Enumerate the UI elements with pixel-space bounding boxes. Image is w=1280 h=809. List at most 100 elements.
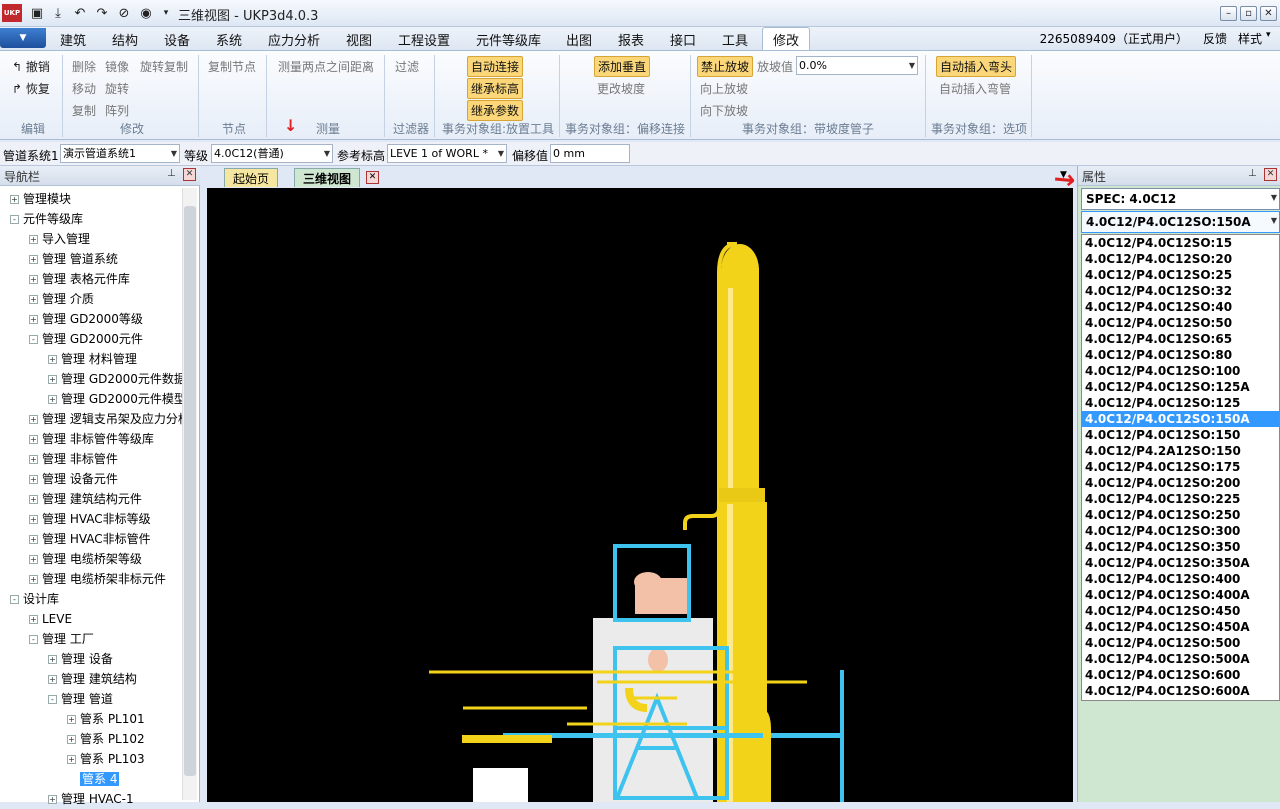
rotate-copy-button[interactable]: 旋转复制 [140, 58, 188, 75]
expand-icon[interactable]: + [48, 355, 57, 364]
feedback-link[interactable]: 反馈 [1203, 30, 1227, 47]
dropdown-option[interactable]: 4.0C12/P4.0C12SO:80 [1082, 347, 1279, 363]
expand-icon[interactable]: + [29, 475, 38, 484]
close-panel-icon[interactable]: ✕ [1264, 168, 1277, 181]
dropdown-option[interactable]: 4.0C12/P4.0C12SO:40 [1082, 299, 1279, 315]
tree-node[interactable]: - 管理 工厂 [29, 629, 94, 649]
dropdown-option[interactable]: 4.0C12/P4.0C12SO:350A [1082, 555, 1279, 571]
scrollbar-thumb[interactable] [184, 206, 196, 776]
tab-tools[interactable]: 工具 [722, 30, 748, 49]
tree-node[interactable]: + 管理 表格元件库 [29, 269, 130, 289]
dropdown-option[interactable]: 4.0C12/P4.0C12SO:100 [1082, 363, 1279, 379]
expand-icon[interactable]: + [29, 455, 38, 464]
expand-icon[interactable]: + [67, 735, 76, 744]
dropdown-option[interactable]: 4.0C12/P4.0C12SO:500 [1082, 635, 1279, 651]
expand-icon[interactable]: + [48, 675, 57, 684]
slope-up-button[interactable]: 向上放坡 [700, 80, 748, 97]
pipe-horizontal[interactable] [462, 735, 552, 743]
add-vertical-button[interactable]: 添加垂直 [594, 56, 651, 77]
collapse-icon[interactable]: - [29, 635, 38, 644]
minimize-button[interactable]: – [1220, 6, 1237, 21]
tree-node[interactable]: + 管系 PL103 [67, 749, 145, 769]
eye-icon[interactable]: ◉ [137, 4, 155, 22]
tree-node[interactable]: + 管理 HVAC非标等级 [29, 509, 151, 529]
expand-icon[interactable]: + [29, 255, 38, 264]
style-dropdown-icon[interactable]: ▾ [1266, 30, 1271, 40]
collapse-icon[interactable]: - [29, 335, 38, 344]
download-icon[interactable]: ⤓ [49, 4, 67, 22]
tab-stress-analysis[interactable]: 应力分析 [268, 30, 320, 49]
expand-icon[interactable]: + [48, 395, 57, 404]
dropdown-option[interactable]: 4.0C12/P4.0C12SO:50 [1082, 315, 1279, 331]
expand-icon[interactable]: + [48, 795, 57, 804]
grade-select[interactable]: 4.0C12(普通) ▼ [211, 144, 333, 163]
slope-value-field[interactable]: 0.0% ▼ [796, 56, 918, 75]
tree-node[interactable]: + 管理 GD2000元件模型 [48, 389, 186, 409]
maximize-button[interactable]: ▫ [1240, 6, 1257, 21]
collapse-icon[interactable]: - [48, 695, 57, 704]
dropdown-option[interactable]: 4.0C12/P4.0C12SO:500A [1082, 651, 1279, 667]
tab-component-spec-library[interactable]: 元件等级库 [476, 30, 541, 49]
mirror-button[interactable]: 镜像 [105, 58, 129, 75]
nav-scrollbar[interactable] [182, 188, 197, 800]
tree-node[interactable]: + 管理 非标管件等级库 [29, 429, 154, 449]
vessel-head[interactable] [634, 572, 662, 592]
steel-column[interactable] [840, 670, 844, 802]
dropdown-option[interactable]: 4.0C12/P4.0C12SO:175 [1082, 459, 1279, 475]
tab-interface[interactable]: 接口 [670, 30, 696, 49]
tree-node[interactable]: - 设计库 [10, 589, 59, 609]
expand-icon[interactable]: + [29, 515, 38, 524]
dropdown-option[interactable]: 4.0C12/P4.0C12SO:400 [1082, 571, 1279, 587]
tree-node[interactable]: + 管理 HVAC-1 [48, 789, 134, 809]
tree-node[interactable]: - 管理 GD2000元件 [29, 329, 143, 349]
expand-icon[interactable]: + [29, 535, 38, 544]
copy-button[interactable]: 复制 [72, 102, 96, 119]
tree-node[interactable]: + 管理 HVAC非标管件 [29, 529, 151, 549]
move-button[interactable]: 移动 [72, 80, 96, 97]
equipment-block[interactable] [473, 768, 528, 802]
no-slope-button[interactable]: 禁止放坡 [697, 56, 754, 77]
auto-insert-bend-button[interactable]: 自动插入弯管 [939, 80, 1011, 97]
copy-node-button[interactable]: 复制节点 [208, 58, 256, 75]
undo-icon[interactable]: ↶ [71, 4, 89, 22]
dropdown-option[interactable]: 4.0C12/P4.0C12SO:150A [1082, 411, 1279, 427]
tree-node[interactable]: + 管理 设备 [48, 649, 113, 669]
tree-node[interactable]: + 管理 管道系统 [29, 249, 118, 269]
pipe-system-select[interactable]: 演示管道系统1 ▼ [60, 144, 180, 163]
auto-insert-elbow-button[interactable]: 自动插入弯头 [936, 56, 1017, 77]
tab-building[interactable]: 建筑 [60, 30, 86, 49]
dropdown-option[interactable]: 4.0C12/P4.2A12SO:150 [1082, 443, 1279, 459]
dropdown-option[interactable]: 4.0C12/P4.0C12SO:65 [1082, 331, 1279, 347]
3d-viewport[interactable] [207, 188, 1073, 802]
dropdown-option[interactable]: 4.0C12/P4.0C12SO:350 [1082, 539, 1279, 555]
dropdown-option[interactable]: 4.0C12/P4.0C12SO:25 [1082, 267, 1279, 283]
quick-access-dropdown-icon[interactable]: ▾ [157, 4, 175, 22]
column-top-head[interactable] [721, 244, 759, 296]
ref-elevation-select[interactable]: LEVE 1 of WORL * ▼ [387, 144, 507, 163]
tree-node[interactable]: + 管理 非标管件 [29, 449, 118, 469]
expand-icon[interactable]: + [29, 275, 38, 284]
dropdown-option[interactable]: 4.0C12/P4.0C12SO:400A [1082, 587, 1279, 603]
save-icon[interactable]: ▣ [28, 4, 46, 22]
dropdown-option[interactable]: 4.0C12/P4.0C12SO:250 [1082, 507, 1279, 523]
redo-icon[interactable]: ↷ [93, 4, 111, 22]
expand-icon[interactable]: + [29, 315, 38, 324]
expand-icon[interactable]: + [29, 555, 38, 564]
expand-icon[interactable]: + [29, 235, 38, 244]
steel-beam[interactable] [503, 733, 843, 738]
expand-icon[interactable]: + [29, 575, 38, 584]
filter-button[interactable]: 过滤 [395, 58, 419, 75]
expand-icon[interactable]: + [48, 655, 57, 664]
change-slope-button[interactable]: 更改坡度 [597, 80, 645, 97]
expand-icon[interactable]: + [29, 415, 38, 424]
dropdown-option[interactable]: 4.0C12/P4.0C12SO:20 [1082, 251, 1279, 267]
expand-icon[interactable]: + [10, 195, 19, 204]
tab-system[interactable]: 系统 [216, 30, 242, 49]
column-lower[interactable] [717, 502, 767, 802]
dropdown-option[interactable]: 4.0C12/P4.0C12SO:225 [1082, 491, 1279, 507]
redo-ribbon-button[interactable]: ↱ 恢复 [12, 80, 50, 97]
delete-button[interactable]: 删除 [72, 58, 96, 75]
tree-node[interactable]: + 导入管理 [29, 229, 90, 249]
pin-icon[interactable]: ⊥ [167, 168, 176, 179]
tree-node[interactable]: + 管理 建筑结构 [48, 669, 137, 689]
